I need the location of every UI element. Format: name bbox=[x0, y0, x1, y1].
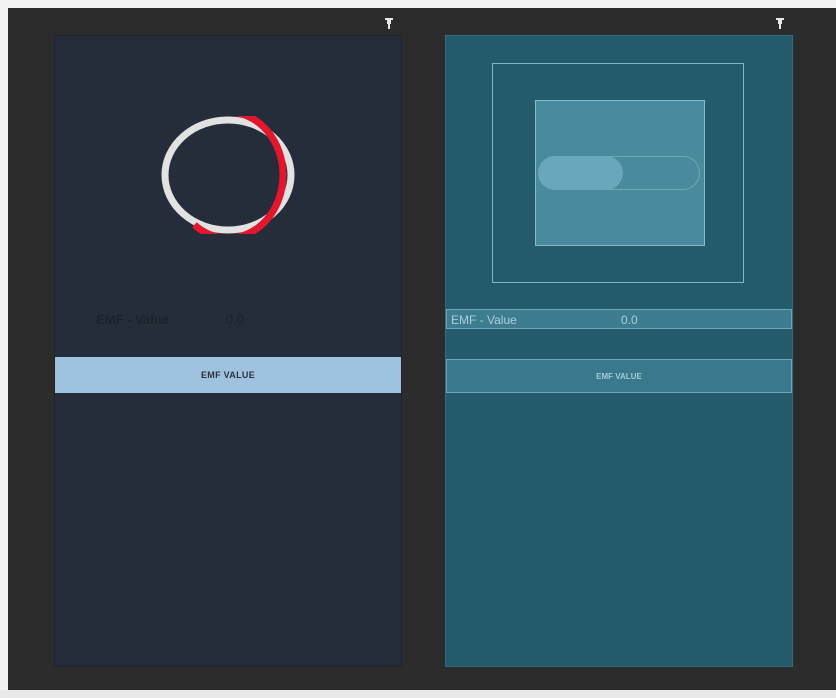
blueprint-progress-track bbox=[538, 156, 700, 190]
blueprint-emf-row[interactable]: EMF - Value 0.0 bbox=[446, 309, 792, 329]
circular-progress-indicator[interactable] bbox=[161, 116, 295, 234]
design-preview-screen[interactable]: EMF - Value 0.0 EMF VALUE bbox=[55, 36, 401, 666]
editor-bottom-strip bbox=[0, 690, 836, 698]
blueprint-progress-container[interactable] bbox=[492, 63, 744, 283]
pin-icon[interactable] bbox=[384, 18, 394, 30]
blueprint-emf-value: 0.0 bbox=[621, 313, 638, 327]
layout-editor-canvas: EMF - Value 0.0 EMF VALUE EMF - Value 0.… bbox=[8, 8, 836, 690]
emf-value-button[interactable]: EMF VALUE bbox=[55, 357, 401, 393]
blueprint-progress-thumb bbox=[539, 156, 623, 190]
pin-icon[interactable] bbox=[775, 18, 785, 30]
emf-label: EMF - Value bbox=[96, 312, 169, 327]
blueprint-emf-value-button[interactable]: EMF VALUE bbox=[446, 359, 792, 393]
blueprint-progress-bounds[interactable] bbox=[535, 100, 705, 246]
emf-value: 0.0 bbox=[226, 312, 245, 327]
blueprint-preview-screen[interactable]: EMF - Value 0.0 EMF VALUE bbox=[446, 36, 792, 666]
blueprint-emf-label: EMF - Value bbox=[451, 313, 517, 327]
